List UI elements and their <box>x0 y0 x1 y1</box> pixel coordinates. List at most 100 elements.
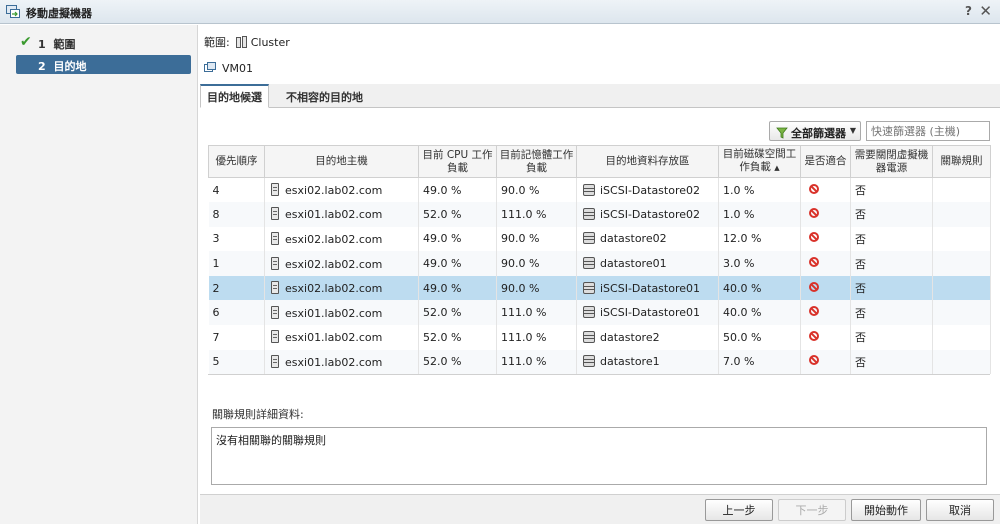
cell-host: esxi01.lab02.com <box>264 202 419 227</box>
next-button[interactable]: 下一步 <box>778 499 846 521</box>
cell-memory: 111.0 % <box>496 349 577 375</box>
cell-datastore: datastore01 <box>576 251 719 276</box>
col-destination-host[interactable]: 目的地主機 <box>264 145 419 178</box>
not-suitable-icon <box>809 306 819 317</box>
table-row[interactable]: 5 esxi01.lab02.com 52.0 % 111.0 % datastore1… <box>208 349 991 375</box>
quick-filter-input[interactable] <box>866 121 990 141</box>
host-icon <box>271 207 279 221</box>
col-suitable[interactable]: 是否適合 <box>800 145 851 178</box>
datastore-icon <box>583 183 595 196</box>
host-icon <box>271 305 279 319</box>
close-button[interactable]: ✕ <box>979 2 992 20</box>
host-name: esxi02.lab02.com <box>285 282 383 296</box>
table-row[interactable]: 4 esxi02.lab02.com 49.0 % 90.0 % iSCSI-Datas… <box>208 177 991 203</box>
affinity-details-box: 沒有相關聯的關聯規則 <box>211 427 987 485</box>
vm-icon <box>204 62 216 72</box>
col-destination-datastore[interactable]: 目的地資料存放區 <box>576 145 719 178</box>
table-row[interactable]: 7 esxi01.lab02.com 52.0 % 111.0 % datastore2… <box>208 325 991 350</box>
cell-priority: 7 <box>208 325 265 350</box>
cell-datastore: datastore1 <box>576 349 719 375</box>
vm-name: VM01 <box>222 62 254 75</box>
cell-affinity <box>932 325 991 350</box>
table-row[interactable]: 3 esxi02.lab02.com 49.0 % 90.0 % datastore02… <box>208 226 991 252</box>
cell-affinity <box>932 275 991 301</box>
cell-memory: 111.0 % <box>496 300 577 326</box>
col-disk-workload[interactable]: 目前磁碟空間工作負載 ▲ <box>718 145 801 178</box>
host-name: esxi01.lab02.com <box>285 355 383 369</box>
not-suitable-icon <box>809 355 819 366</box>
col-affinity-rules[interactable]: 關聯規則 <box>932 145 991 178</box>
finish-button[interactable]: 開始動作 <box>851 499 921 521</box>
not-suitable-icon <box>809 207 819 218</box>
all-filters-button[interactable]: 全部篩選器 ▼ <box>769 121 861 141</box>
cell-memory: 90.0 % <box>496 275 577 301</box>
cell-disk: 40.0 % <box>718 300 801 326</box>
cell-datastore: datastore02 <box>576 226 719 252</box>
col-priority[interactable]: 優先順序 <box>208 145 265 178</box>
col-cpu-workload[interactable]: 目前 CPU 工作負載 <box>418 145 497 178</box>
table-row[interactable]: 1 esxi02.lab02.com 49.0 % 90.0 % datastore01… <box>208 251 991 276</box>
wizard-nav: ✔ 1 範圍 2 目的地 <box>0 25 198 524</box>
cell-disk: 12.0 % <box>718 226 801 252</box>
step-number: 1 <box>38 38 46 51</box>
back-button[interactable]: 上一步 <box>705 499 773 521</box>
table-header-row: 優先順序 目的地主機 目前 CPU 工作負載 目前記憶體工作負載 目的地資料存放… <box>208 145 991 178</box>
filter-icon <box>776 127 788 139</box>
col-memory-workload[interactable]: 目前記憶體工作負載 <box>496 145 577 178</box>
cell-power-off: 否 <box>850 202 933 227</box>
host-name: esxi01.lab02.com <box>285 306 383 320</box>
table-row[interactable]: 6 esxi01.lab02.com 52.0 % 111.0 % iSCSI-Data… <box>208 300 991 326</box>
cell-datastore: iSCSI-Datastore01 <box>576 300 719 326</box>
nav-step-scope[interactable]: ✔ 1 範圍 <box>16 33 191 52</box>
datastore-name: datastore2 <box>600 330 660 344</box>
col-disk-workload-label: 目前磁碟空間工作負載 <box>722 148 797 173</box>
datastore-name: datastore01 <box>600 257 667 271</box>
datastore-icon <box>583 306 595 319</box>
sort-ascending-icon: ▲ <box>774 164 780 172</box>
table-row[interactable]: 2 esxi02.lab02.com 49.0 % 90.0 % iSCSI-Datas… <box>208 275 991 301</box>
nav-step-destination[interactable]: 2 目的地 <box>16 55 191 74</box>
vm-line: VM01 <box>204 62 253 75</box>
not-suitable-icon <box>809 257 819 268</box>
affinity-details-label: 關聯規則詳細資料: <box>212 408 304 421</box>
col-power-off-required[interactable]: 需要關閉虛擬機器電源 <box>850 145 933 178</box>
cell-datastore: iSCSI-Datastore02 <box>576 177 719 203</box>
host-icon <box>271 354 279 368</box>
datastore-name: datastore02 <box>600 232 667 246</box>
cell-power-off: 否 <box>850 177 933 203</box>
cell-suitable <box>800 226 851 252</box>
cell-datastore: datastore2 <box>576 325 719 350</box>
checkmark-icon: ✔ <box>20 34 32 50</box>
cell-power-off: 否 <box>850 325 933 350</box>
cell-priority: 4 <box>208 177 265 203</box>
help-button[interactable]: ? <box>965 4 972 18</box>
cell-cpu: 52.0 % <box>418 300 497 326</box>
cell-power-off: 否 <box>850 349 933 375</box>
cell-suitable <box>800 177 851 203</box>
cell-host: esxi02.lab02.com <box>264 251 419 276</box>
cell-host: esxi01.lab02.com <box>264 325 419 350</box>
cell-cpu: 52.0 % <box>418 325 497 350</box>
destination-table: 優先順序 目的地主機 目前 CPU 工作負載 目前記憶體工作負載 目的地資料存放… <box>208 145 991 375</box>
cell-disk: 1.0 % <box>718 202 801 227</box>
datastore-name: iSCSI-Datastore02 <box>600 183 700 197</box>
cell-memory: 111.0 % <box>496 202 577 227</box>
cell-host: esxi01.lab02.com <box>264 300 419 326</box>
tab-destination-candidates[interactable]: 目的地候選 <box>200 84 269 108</box>
datastore-name: iSCSI-Datastore01 <box>600 306 700 320</box>
cell-priority: 2 <box>208 275 265 301</box>
cell-power-off: 否 <box>850 300 933 326</box>
migrate-vm-icon <box>6 5 20 18</box>
title-bar: 移動虛擬機器 ? ✕ <box>0 0 1000 24</box>
host-icon <box>271 281 279 295</box>
datastore-icon <box>583 355 595 368</box>
cell-disk: 7.0 % <box>718 349 801 375</box>
cell-cpu: 52.0 % <box>418 202 497 227</box>
tab-incompatible-destinations[interactable]: 不相容的目的地 <box>280 84 369 108</box>
cancel-button[interactable]: 取消 <box>926 499 994 521</box>
host-icon <box>271 256 279 270</box>
table-row[interactable]: 8 esxi01.lab02.com 52.0 % 111.0 % iSCSI-Data… <box>208 202 991 227</box>
cell-power-off: 否 <box>850 251 933 276</box>
cell-affinity <box>932 300 991 326</box>
host-name: esxi02.lab02.com <box>285 232 383 246</box>
